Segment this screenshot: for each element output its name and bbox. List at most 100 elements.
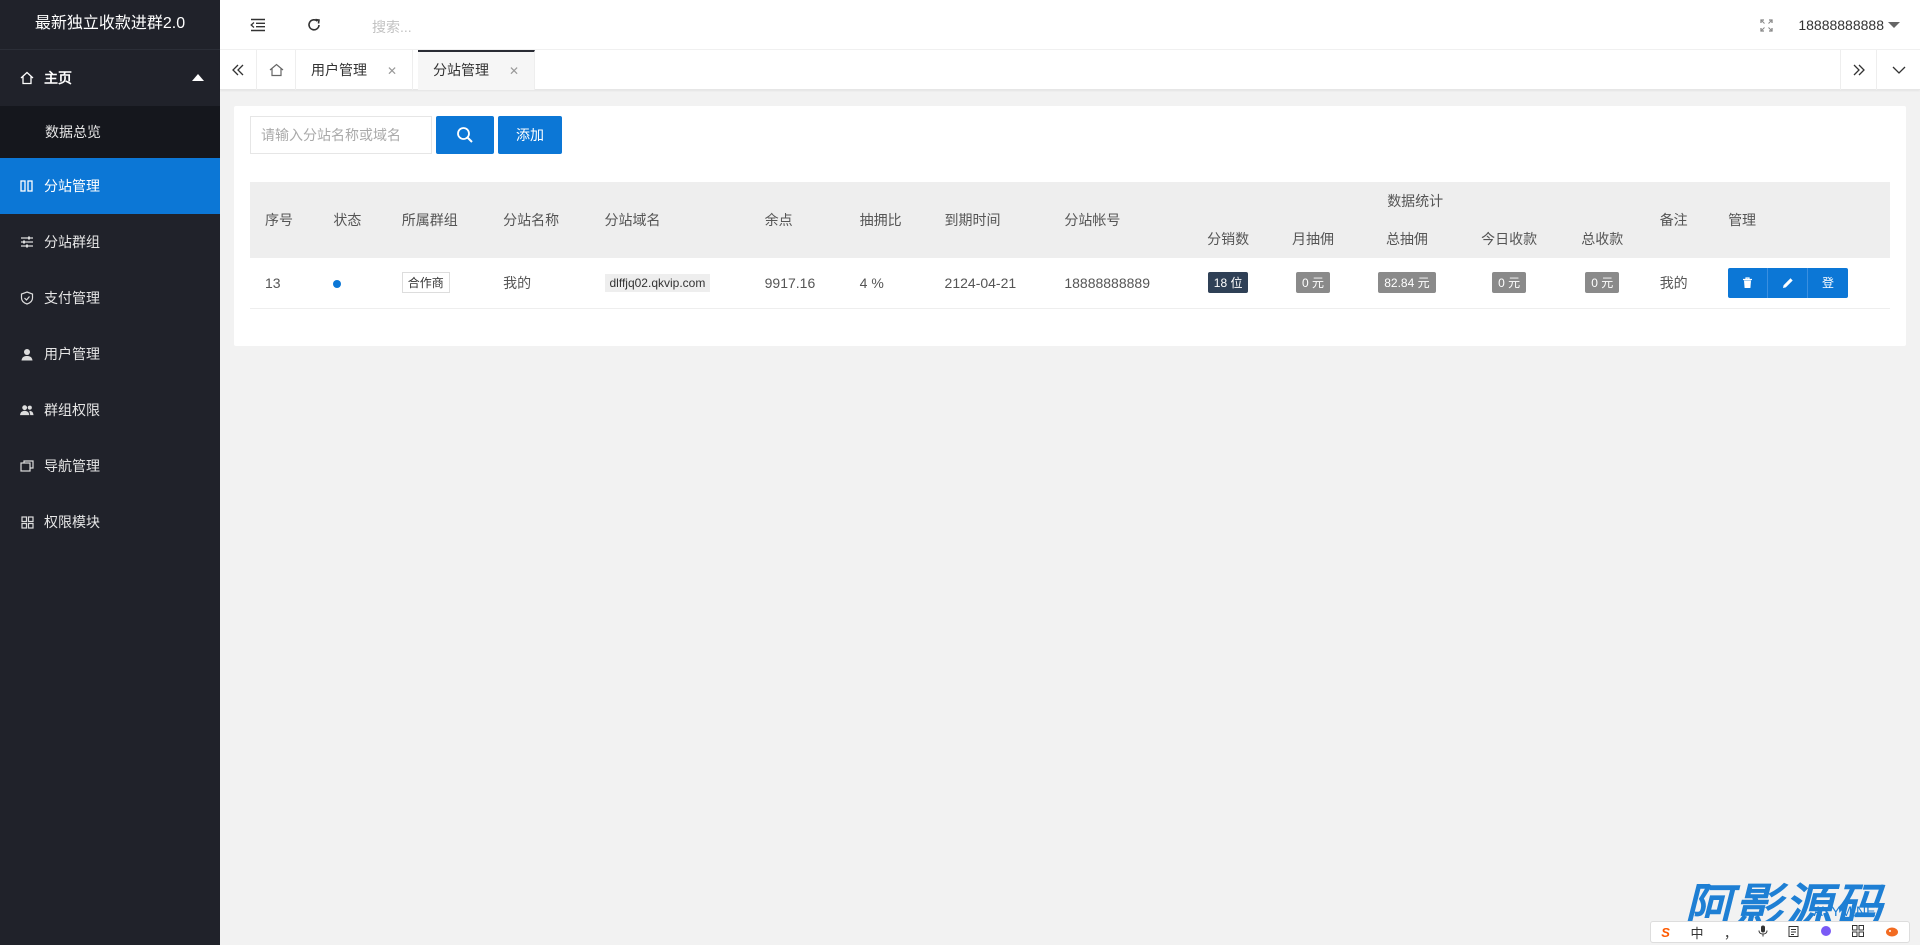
col-header-name: 分站名称 xyxy=(488,182,590,258)
app-title: 最新独立收款进群2.0 xyxy=(0,0,220,50)
col-header-total-commission: 总抽佣 xyxy=(1355,220,1459,258)
site-table: 序号 状态 所属群组 分站名称 分站域名 余点 抽拥比 到期时间 分站帐号 数据… xyxy=(250,182,1890,309)
close-icon[interactable]: ✕ xyxy=(509,64,519,78)
sidebar: 最新独立收款进群2.0 主页 数据总览 分站管理 分站群组 支付管理 用户管理 xyxy=(0,0,220,945)
user-icon xyxy=(20,347,34,361)
collapse-menu-icon[interactable] xyxy=(248,15,268,35)
close-icon[interactable]: ✕ xyxy=(387,64,397,78)
cell-manage: 登 xyxy=(1713,258,1890,309)
group-tag: 合作商 xyxy=(401,272,450,294)
col-header-account: 分站帐号 xyxy=(1049,182,1186,258)
monthly-badge: 0 元 xyxy=(1295,272,1330,294)
sidebar-subitem-overview[interactable]: 数据总览 xyxy=(0,106,220,158)
sidebar-item-label: 权限模块 xyxy=(44,514,100,530)
sidebar-item-payment[interactable]: 支付管理 xyxy=(0,270,220,326)
sidebar-item-label: 分站群组 xyxy=(44,234,100,250)
login-button[interactable]: 登 xyxy=(1808,267,1849,298)
edit-button[interactable] xyxy=(1768,267,1809,298)
total-received-badge: 0 元 xyxy=(1585,272,1620,294)
add-button[interactable]: 添加 xyxy=(498,116,562,154)
col-header-expire: 到期时间 xyxy=(929,182,1050,258)
cell-today: 0 元 xyxy=(1458,258,1560,309)
main-card: 添加 序号 状态 所属群组 分站名称 分站域名 余点 抽拥比 到期时间 分站帐号… xyxy=(234,106,1906,346)
col-header-distributors: 分销数 xyxy=(1185,220,1271,258)
cell-monthly: 0 元 xyxy=(1270,258,1356,309)
tabs-scroll-right-icon[interactable] xyxy=(1840,50,1877,90)
cell-expire: 2124-04-21 xyxy=(929,258,1050,309)
sidebar-item-label: 用户管理 xyxy=(44,346,100,362)
sidebar-item-label: 导航管理 xyxy=(44,458,100,474)
cell-domain: dlffjq02.qkvip.com xyxy=(589,258,750,309)
sidebar-item-home[interactable]: 主页 xyxy=(0,50,220,106)
mascot-icon[interactable] xyxy=(1885,925,1899,940)
microphone-icon[interactable] xyxy=(1758,925,1768,940)
nav-icon xyxy=(20,459,34,473)
cell-remark: 我的 xyxy=(1644,258,1714,309)
delete-button[interactable] xyxy=(1728,267,1769,298)
sidebar-item-users[interactable]: 用户管理 xyxy=(0,326,220,382)
sidebar-item-group-permissions[interactable]: 群组权限 xyxy=(0,382,220,438)
tab-home-icon[interactable] xyxy=(257,50,296,90)
fullscreen-icon[interactable] xyxy=(1756,15,1776,35)
sidebar-item-site-groups[interactable]: 分站群组 xyxy=(0,214,220,270)
table-row: 13 合作商 我的 dlffjq02.qkvip.com 9917.16 4 %… xyxy=(250,258,1890,309)
header-search-input[interactable]: 搜索... xyxy=(372,17,412,37)
username: 18888888888 xyxy=(1798,17,1884,33)
col-header-status: 状态 xyxy=(318,182,387,258)
sidebar-item-permission-modules[interactable]: 权限模块 xyxy=(0,494,220,550)
site-search-input[interactable] xyxy=(250,116,432,154)
col-header-total-received: 总收款 xyxy=(1559,220,1645,258)
sliders-icon xyxy=(20,235,34,249)
user-menu[interactable]: 18888888888 xyxy=(1798,17,1900,33)
cell-total-commission: 82.84 元 xyxy=(1355,258,1459,309)
sidebar-item-navigation[interactable]: 导航管理 xyxy=(0,438,220,494)
ime-lang[interactable]: 中 xyxy=(1690,923,1703,942)
tab-site-management[interactable]: 分站管理 ✕ xyxy=(418,50,536,90)
tab-label: 用户管理 xyxy=(311,62,367,78)
sidebar-item-label: 群组权限 xyxy=(44,402,100,418)
cell-name: 我的 xyxy=(488,258,590,309)
refresh-icon[interactable] xyxy=(304,15,324,35)
cell-distributors: 18 位 xyxy=(1185,258,1271,309)
sidebar-item-label: 主页 xyxy=(44,70,72,86)
cell-balance: 9917.16 xyxy=(749,258,845,309)
sidebar-item-label: 支付管理 xyxy=(44,290,100,306)
today-badge: 0 元 xyxy=(1492,272,1527,294)
pencil-icon xyxy=(1782,278,1793,288)
chevron-up-icon xyxy=(192,74,204,81)
search-button[interactable] xyxy=(436,116,494,154)
skin-icon[interactable] xyxy=(1820,925,1832,940)
distributors-badge: 18 位 xyxy=(1207,272,1249,294)
users-icon xyxy=(20,403,34,417)
home-icon xyxy=(20,71,34,85)
tab-user-management[interactable]: 用户管理 ✕ xyxy=(296,50,414,90)
shield-check-icon xyxy=(20,291,34,305)
col-header-domain: 分站域名 xyxy=(589,182,750,258)
page-tabs: 用户管理 ✕ 分站管理 ✕ xyxy=(220,50,1920,90)
col-header-manage: 管理 xyxy=(1713,182,1890,258)
sidebar-item-label: 分站管理 xyxy=(44,178,100,194)
ime-punct[interactable]: ， xyxy=(1724,923,1737,942)
cell-account: 18888888889 xyxy=(1049,258,1186,309)
watermark: 阿影源码 AYYM.NET xyxy=(1684,867,1884,935)
col-header-balance: 余点 xyxy=(749,182,845,258)
search-icon xyxy=(457,127,473,143)
toolbox-grid-icon[interactable] xyxy=(1852,924,1865,940)
clipboard-icon[interactable] xyxy=(1788,925,1799,940)
chevron-down-icon xyxy=(1888,22,1900,28)
tabs-menu-chevron-down-icon[interactable] xyxy=(1877,50,1920,90)
cell-status xyxy=(318,258,387,309)
total-commission-badge: 82.84 元 xyxy=(1378,272,1436,294)
tabs-scroll-left-icon[interactable] xyxy=(220,50,257,90)
sidebar-item-site-management[interactable]: 分站管理 xyxy=(0,158,220,214)
sogou-logo-icon[interactable]: S xyxy=(1661,925,1670,940)
cell-group: 合作商 xyxy=(386,258,489,309)
domain-tag: dlffjq02.qkvip.com xyxy=(604,273,711,292)
col-header-remark: 备注 xyxy=(1644,182,1714,258)
top-header: 搜索... 18888888888 xyxy=(220,0,1920,50)
col-header-rate: 抽拥比 xyxy=(844,182,930,258)
col-header-stats: 数据统计 xyxy=(1185,182,1645,220)
col-header-monthly: 月抽佣 xyxy=(1270,220,1356,258)
ime-toolbar: S 中 ， xyxy=(1650,921,1910,943)
columns-icon xyxy=(20,179,34,193)
